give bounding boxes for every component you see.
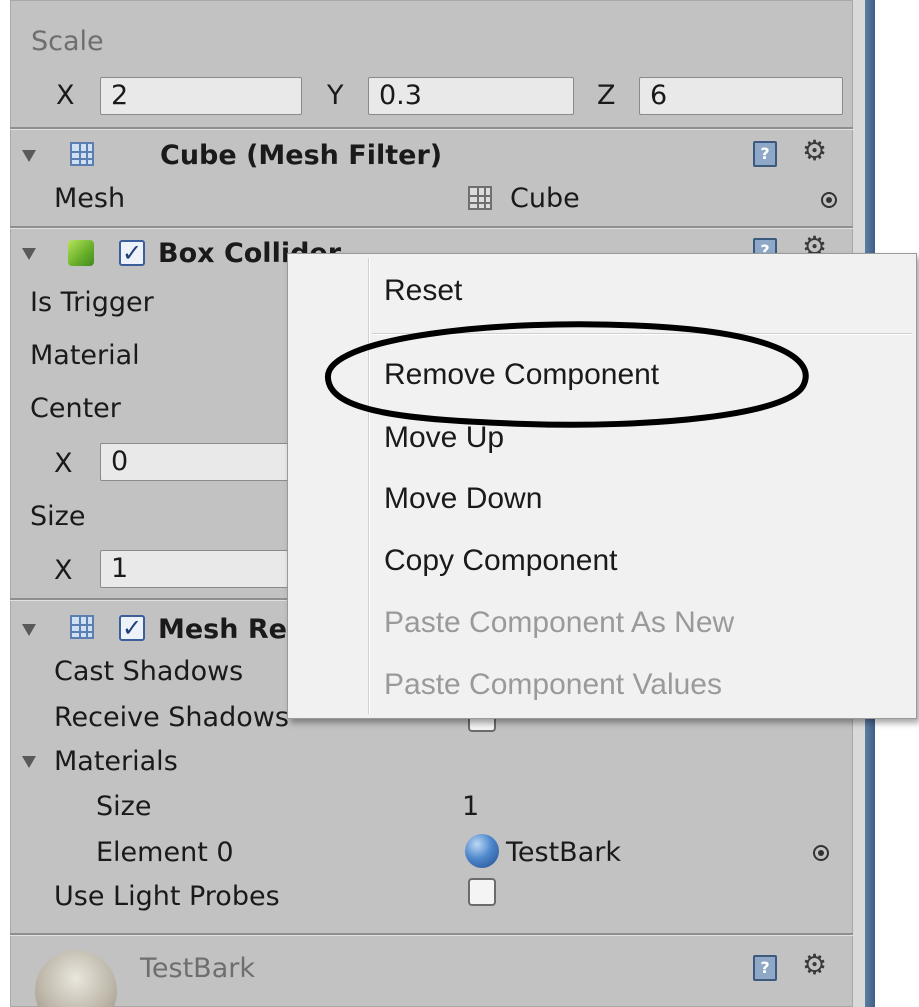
mesh-value[interactable]: Cube [510,183,580,215]
object-picker-icon[interactable] [821,192,837,208]
object-picker-icon[interactable] [813,845,829,861]
menu-item-paste-component-values: Paste Component Values [384,668,722,701]
menu-item-remove-component[interactable]: Remove Component [384,357,659,393]
help-book-icon[interactable]: ? [753,141,777,167]
mesh-renderer-enabled-checkbox[interactable]: ✓ [119,615,145,641]
use-light-probes-checkbox[interactable] [468,878,496,906]
materials-size-label: Size [96,791,152,822]
receive-shadows-label: Receive Shadows [54,702,289,733]
mesh-filter-title: Cube (Mesh Filter) [160,140,443,171]
mesh-grid-icon [468,186,492,210]
menu-item-paste-component-as-new: Paste Component As New [384,606,735,639]
triangle-down-icon[interactable] [22,624,36,636]
scale-z-field[interactable]: 6 [639,77,843,115]
box-collider-enabled-checkbox[interactable]: ✓ [119,240,145,266]
menu-item-move-up[interactable]: Move Up [384,420,504,456]
material-label: Material [30,340,140,371]
separator [10,935,853,936]
triangle-down-icon[interactable] [22,150,36,162]
mesh-grid-icon [70,142,94,166]
cast-shadows-label: Cast Shadows [54,656,244,687]
size-label: Size [30,501,86,532]
gear-icon[interactable]: ⚙ [802,950,827,980]
sphere-material-icon [465,834,499,868]
scale-x-field[interactable]: 2 [100,77,302,115]
help-book-icon[interactable]: ? [753,955,777,981]
menu-item-move-down[interactable]: Move Down [384,481,542,517]
mesh-renderer-icon [70,615,94,639]
scale-z-label[interactable]: Z [597,80,616,112]
scale-y-field[interactable]: 0.3 [368,77,574,115]
center-x-label[interactable]: X [54,448,73,480]
material-thumbnail-icon[interactable] [35,950,117,1007]
green-cube-icon [68,240,94,266]
separator [10,228,853,229]
size-x-label[interactable]: X [54,555,73,587]
materials-label[interactable]: Materials [54,746,178,778]
center-label: Center [30,393,121,424]
scale-label: Scale [31,26,104,57]
scale-x-label[interactable]: X [56,80,75,112]
context-menu: Reset Remove Component Move Up Move Down… [287,253,917,719]
scale-y-label[interactable]: Y [327,80,344,112]
triangle-down-icon[interactable] [22,248,36,260]
menu-gutter [369,258,370,714]
is-trigger-label: Is Trigger [30,287,154,318]
element0-value[interactable]: TestBark [506,837,621,869]
menu-item-reset[interactable]: Reset [384,273,462,309]
separator [10,129,853,130]
center-x-field[interactable]: 0 [100,443,302,481]
mesh-label: Mesh [54,183,126,214]
menu-separator [372,334,912,335]
triangle-down-icon[interactable] [22,756,36,768]
materials-size-value[interactable]: 1 [462,791,479,823]
menu-item-copy-component[interactable]: Copy Component [384,543,617,579]
gear-icon[interactable]: ⚙ [802,136,827,166]
element0-label: Element 0 [96,837,234,868]
size-x-field[interactable]: 1 [100,550,302,588]
use-light-probes-label: Use Light Probes [54,881,280,912]
material-preview-name: TestBark [140,953,255,984]
